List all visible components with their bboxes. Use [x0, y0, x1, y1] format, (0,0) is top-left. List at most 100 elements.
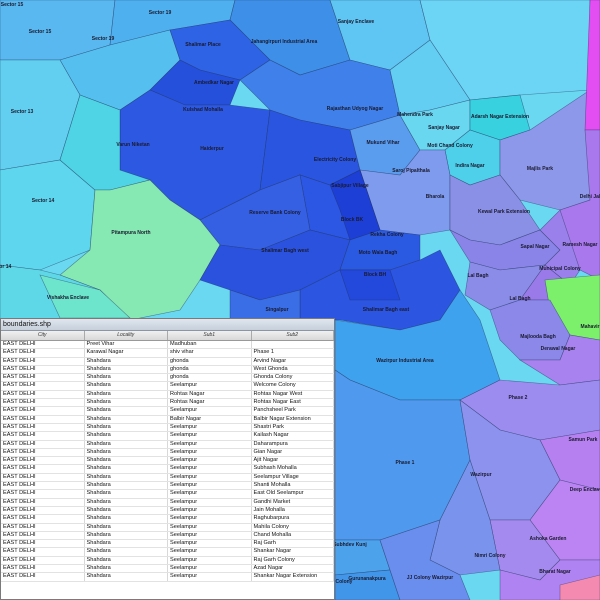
table-cell: Seelampur Village — [252, 473, 334, 482]
map-label: Sanjay Enclave — [338, 19, 375, 25]
table-cell: EAST DELHI — [1, 498, 85, 506]
table-row[interactable]: EAST DELHI Shahdara Seelampur Shankar Nagar — [1, 548, 334, 557]
table-row[interactable]: EAST DELHI Shahdara Seelampur Shanti Mohall… — [1, 482, 334, 491]
map-label: Rajasthan Udyog Nagar — [327, 106, 383, 112]
map-label: Majlooda Bagh — [520, 334, 556, 340]
table-row[interactable]: EAST DELHI Shahdara Seelampur Mahila Colony — [1, 523, 334, 532]
map-label: Sector 19 — [149, 10, 172, 16]
table-row[interactable]: EAST DELHI Shahdara Seelampur Jain Mohalla — [1, 506, 334, 516]
table-cell: Rohtas Nagar — [168, 399, 252, 407]
table-cell: Shahdara — [85, 548, 168, 556]
map-label: Nimri Colony — [474, 553, 505, 559]
column-header-locality[interactable]: Locality — [85, 331, 168, 340]
table-row[interactable]: EAST DELHI Shahdara Seelampur Chand Mohalla — [1, 531, 334, 541]
table-row[interactable]: EAST DELHI Shahdara Rohtas Nagar Rohtas Nag… — [1, 399, 334, 408]
map-label: Subhdev Kunj — [333, 542, 367, 548]
map-label: Sector 19 — [92, 36, 115, 42]
table-row[interactable]: EAST DELHI Shahdara Seelampur East Old Seel… — [1, 490, 334, 499]
map-label: Haiderpur — [200, 146, 224, 152]
table-cell: Balbir Nagar — [168, 415, 252, 423]
table-cell: Shahdara — [85, 565, 168, 573]
table-cell: Shahdara — [85, 399, 168, 407]
map-label: Sector 15 — [1, 2, 24, 8]
table-cell: Shahdara — [85, 506, 168, 515]
table-cell: Shahdara — [85, 407, 168, 415]
table-row[interactable]: EAST DELHI Shahdara Balbir Nagar Balbir Nag… — [1, 415, 334, 424]
table-row[interactable]: EAST DELHI Preet Vihar Madhuban — [1, 341, 334, 350]
table-cell: Seelampur — [168, 540, 252, 548]
map-label: Rekha Colony — [370, 232, 404, 238]
map-label: Shalimar Place — [185, 42, 221, 48]
table-row[interactable]: EAST DELHI Shahdara Seelampur Raj Garh — [1, 540, 334, 549]
table-row[interactable]: EAST DELHI Shahdara ghonda Ghonda Colony — [1, 374, 334, 383]
table-row[interactable]: EAST DELHI Shahdara ghonda West Ghonda — [1, 365, 334, 375]
table-cell: Balbir Nagar Extension — [252, 415, 334, 423]
table-cell: EAST DELHI — [1, 432, 85, 440]
table-cell: Seelampur — [168, 523, 252, 531]
table-cell: Seelampur — [168, 531, 252, 540]
table-row[interactable]: EAST DELHI Shahdara Seelampur Daharampura — [1, 440, 334, 449]
table-cell: Rohtas Nagar — [168, 390, 252, 399]
table-row[interactable]: EAST DELHI Karawal Nagar shiv vihar Phase 1 — [1, 349, 334, 358]
table-cell: Shahdara — [85, 465, 168, 473]
table-cell: Seelampur — [168, 473, 252, 482]
map-label: Sector 14 — [0, 264, 11, 270]
table-row[interactable]: EAST DELHI Shahdara Seelampur Kailash Nagar — [1, 432, 334, 441]
table-cell: EAST DELHI — [1, 349, 85, 357]
table-cell: Shahdara — [85, 415, 168, 423]
table-cell: Shahdara — [85, 457, 168, 465]
table-cell: Raj Garh — [252, 540, 334, 548]
map-label: Kulshad Mohalla — [183, 107, 223, 113]
table-row[interactable]: EAST DELHI Shahdara Seelampur Ajit Nagar — [1, 457, 334, 466]
table-cell: EAST DELHI — [1, 423, 85, 432]
table-cell: Shahdara — [85, 540, 168, 548]
table-row[interactable]: EAST DELHI Shahdara Seelampur Seelampur Vil… — [1, 473, 334, 483]
table-row[interactable]: EAST DELHI Shahdara Seelampur Raghubarpura — [1, 515, 334, 524]
table-header: City Locality Sub1 Sub2 — [1, 331, 334, 341]
table-cell: Shanti Mohalla — [252, 482, 334, 490]
table-row[interactable]: EAST DELHI Shahdara Seelampur Gandhi Market — [1, 498, 334, 507]
map-label: Vishakha Enclave — [47, 295, 89, 301]
table-cell: Shankar Nagar — [252, 548, 334, 556]
table-cell: Shahdara — [85, 482, 168, 490]
map-label: Ambedkar Nagar — [194, 80, 234, 86]
table-row[interactable]: EAST DELHI Shahdara Seelampur Welcome Colon… — [1, 382, 334, 391]
table-row[interactable]: EAST DELHI Shahdara Seelampur Raj Garh Colo… — [1, 556, 334, 566]
table-cell: EAST DELHI — [1, 374, 85, 382]
table-row[interactable]: EAST DELHI Shahdara Seelampur Azad Nagar — [1, 565, 334, 574]
table-row[interactable]: EAST DELHI Shahdara Seelampur Subhash Mohal… — [1, 465, 334, 474]
map-label: Lal Bagh — [509, 296, 530, 302]
column-header-sub2[interactable]: Sub2 — [252, 331, 334, 340]
table-cell: EAST DELHI — [1, 473, 85, 482]
column-header-city[interactable]: City — [1, 331, 85, 340]
table-cell: EAST DELHI — [1, 365, 85, 374]
table-row[interactable]: EAST DELHI Shahdara Seelampur Gian Nagar — [1, 448, 334, 458]
attribute-table-window[interactable]: boundaries.shp City Locality Sub1 Sub2 E… — [0, 318, 335, 600]
column-header-sub1[interactable]: Sub1 — [168, 331, 252, 340]
map-label: Shalimar Bagh east — [363, 307, 410, 313]
table-cell: EAST DELHI — [1, 382, 85, 390]
table-cell: Shahdara — [85, 498, 168, 506]
table-cell: Karawal Nagar — [85, 349, 168, 357]
map-label: Adarsh Nagar Extension — [471, 114, 529, 120]
table-cell: Jain Mohalla — [252, 506, 334, 515]
table-cell: Gian Nagar — [252, 448, 334, 457]
map-label: Pitampura North — [111, 230, 150, 236]
map-label: Singalpur — [265, 307, 288, 313]
table-row[interactable]: EAST DELHI Shahdara Seelampur Shastri Park — [1, 423, 334, 433]
map-label: Reserve Bank Colony — [249, 210, 301, 216]
table-cell: Shahdara — [85, 573, 168, 581]
table-row[interactable]: EAST DELHI Shahdara Seelampur Panchsheel Pa… — [1, 407, 334, 416]
table-row[interactable]: EAST DELHI Shahdara Seelampur Shankar Nagar… — [1, 573, 334, 582]
table-row[interactable]: EAST DELHI Shahdara ghonda Arvind Nagar — [1, 357, 334, 366]
table-cell: Shahdara — [85, 556, 168, 565]
table-cell: Seelampur — [168, 465, 252, 473]
table-cell: EAST DELHI — [1, 407, 85, 415]
table-cell: West Ghonda — [252, 365, 334, 374]
table-cell: Seelampur — [168, 573, 252, 581]
table-cell: Seelampur — [168, 423, 252, 432]
table-title: boundaries.shp — [1, 319, 334, 331]
table-row[interactable]: EAST DELHI Shahdara Rohtas Nagar Rohtas Nag… — [1, 390, 334, 400]
map-label: Shalimar Bagh west — [261, 248, 309, 254]
table-cell: Welcome Colony — [252, 382, 334, 390]
